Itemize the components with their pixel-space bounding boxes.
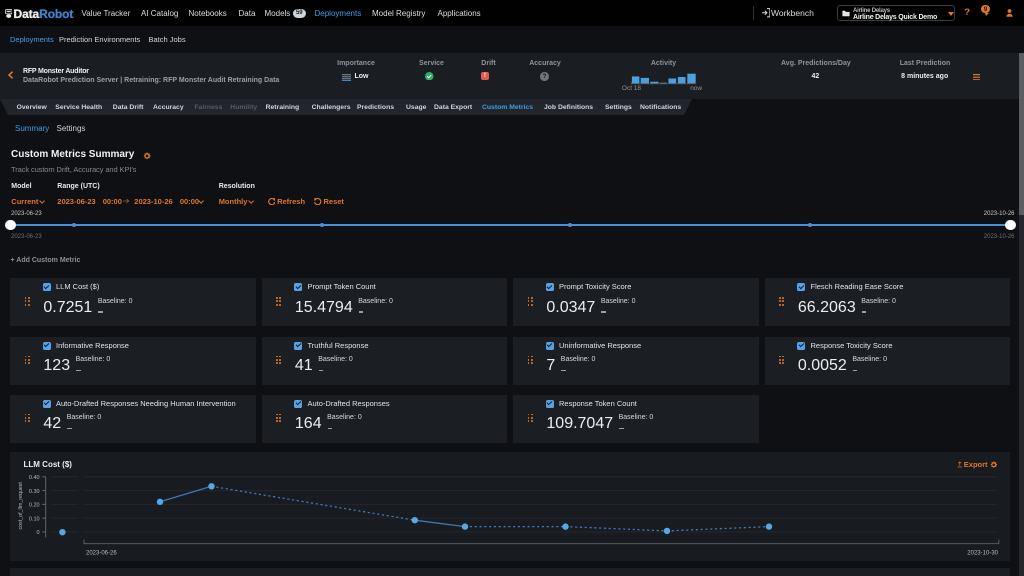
svg-text:2023-10-30: 2023-10-30 bbox=[967, 551, 998, 557]
svg-text:0.40: 0.40 bbox=[29, 475, 40, 481]
svg-text:0.10: 0.10 bbox=[29, 516, 40, 522]
svg-text:0.20: 0.20 bbox=[29, 503, 40, 509]
svg-text:0: 0 bbox=[37, 530, 40, 536]
svg-text:cost_of_llm_request: cost_of_llm_request bbox=[18, 482, 24, 530]
svg-text:0.30: 0.30 bbox=[29, 489, 40, 495]
svg-text:2023-06-26: 2023-06-26 bbox=[86, 551, 117, 557]
